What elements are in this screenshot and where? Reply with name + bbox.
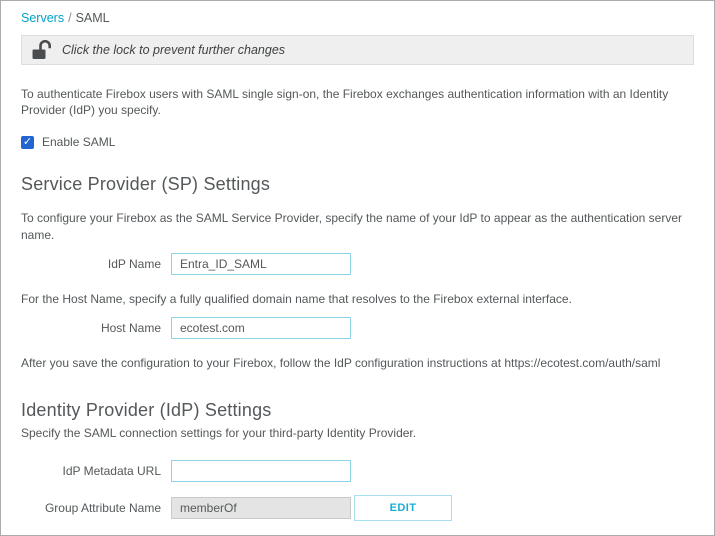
enable-saml-row: ✓ Enable SAML — [21, 135, 694, 149]
breadcrumb-servers-link[interactable]: Servers — [21, 11, 64, 25]
idp-metadata-url-input[interactable] — [171, 460, 351, 482]
saml-settings-page: Servers / SAML Click the lock to prevent f… — [0, 0, 715, 536]
unlocked-padlock-icon[interactable] — [32, 40, 53, 60]
idp-settings-description: Specify the SAML connection settings for… — [21, 426, 694, 440]
idp-metadata-url-row: IdP Metadata URL — [21, 460, 694, 482]
enable-saml-checkbox[interactable]: ✓ — [21, 136, 34, 149]
group-attribute-input — [171, 497, 351, 519]
after-save-note: After you save the configuration to your… — [21, 355, 694, 371]
host-name-input[interactable] — [171, 317, 351, 339]
host-name-label: Host Name — [21, 321, 161, 335]
intro-text: To authenticate Firebox users with SAML … — [21, 86, 694, 118]
sp-settings-title: Service Provider (SP) Settings — [21, 174, 694, 195]
idp-name-input[interactable] — [171, 253, 351, 275]
idp-metadata-url-label: IdP Metadata URL — [21, 464, 161, 478]
host-name-description: For the Host Name, specify a fully quali… — [21, 291, 694, 307]
breadcrumb: Servers / SAML — [21, 11, 694, 25]
idp-name-row: IdP Name — [21, 253, 694, 275]
breadcrumb-current: SAML — [76, 11, 110, 25]
host-name-row: Host Name — [21, 317, 694, 339]
group-attribute-row: Group Attribute Name EDIT — [21, 495, 694, 521]
group-attribute-label: Group Attribute Name — [21, 501, 161, 515]
edit-button[interactable]: EDIT — [354, 495, 452, 521]
enable-saml-label: Enable SAML — [42, 135, 115, 149]
idp-name-label: IdP Name — [21, 257, 161, 271]
sp-settings-description: To configure your Firebox as the SAML Se… — [21, 210, 694, 242]
lock-bar-message: Click the lock to prevent further change… — [62, 43, 285, 57]
breadcrumb-separator: / — [68, 11, 71, 25]
lock-bar: Click the lock to prevent further change… — [21, 35, 694, 65]
idp-settings-title: Identity Provider (IdP) Settings — [21, 400, 694, 421]
